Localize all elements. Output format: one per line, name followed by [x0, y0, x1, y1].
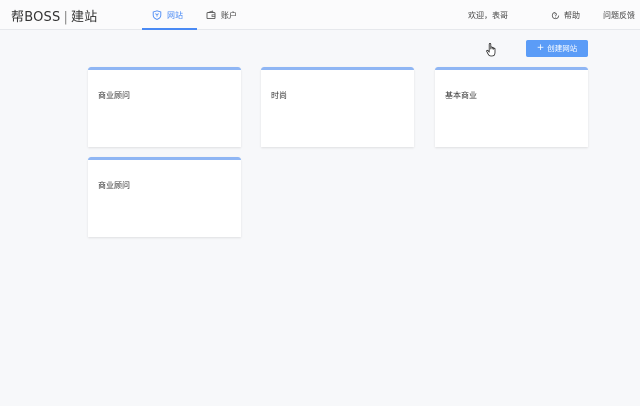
help-icon — [551, 11, 560, 20]
site-card[interactable]: 商业顾问 — [88, 157, 241, 237]
feedback-link[interactable]: 问题反馈 — [603, 0, 635, 30]
wallet-icon — [206, 10, 216, 20]
tab-website-label: 网站 — [167, 10, 183, 20]
logo-brand: 帮BOSS — [11, 10, 61, 25]
help-label: 帮助 — [564, 10, 580, 20]
tab-website[interactable]: 网站 — [142, 0, 197, 30]
site-card[interactable]: 商业顾问 — [88, 67, 241, 147]
website-icon — [152, 10, 162, 20]
tab-account[interactable]: 账户 — [206, 0, 237, 30]
site-card-title: 基本商业 — [445, 91, 477, 100]
site-card[interactable]: 时尚 — [261, 67, 414, 147]
top-header: 帮BOSS | 建站 网站 账户 欢迎，表哥 帮助 问题反馈 — [0, 0, 640, 30]
create-website-button[interactable]: + 创建网站 — [526, 40, 588, 57]
site-card[interactable]: 基本商业 — [435, 67, 588, 147]
logo-product: 建站 — [71, 10, 98, 25]
tab-account-label: 账户 — [221, 10, 237, 20]
site-card-title: 商业顾问 — [98, 181, 130, 190]
user-greeting[interactable]: 欢迎，表哥 — [468, 0, 508, 30]
site-card-title: 时尚 — [271, 91, 287, 100]
help-link[interactable]: 帮助 — [551, 0, 580, 30]
plus-icon: + — [536, 43, 545, 53]
create-website-label: 创建网站 — [547, 44, 578, 53]
hand-cursor-icon — [486, 43, 496, 57]
logo-separator: | — [63, 10, 69, 25]
app-logo[interactable]: 帮BOSS | 建站 — [11, 6, 97, 25]
site-card-title: 商业顾问 — [98, 91, 130, 100]
